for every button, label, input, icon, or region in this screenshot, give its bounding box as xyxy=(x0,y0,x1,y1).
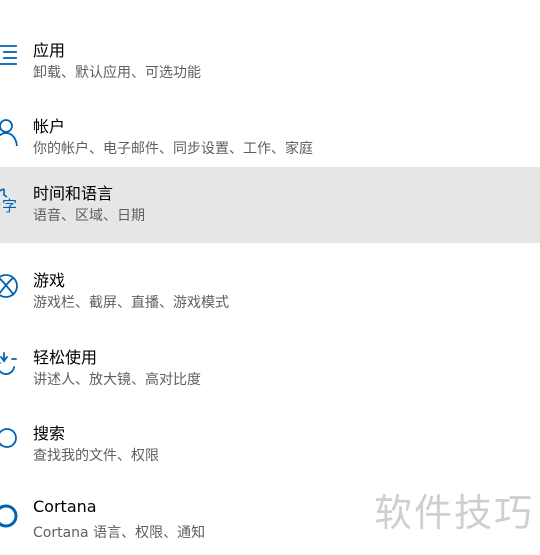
svg-text:字: 字 xyxy=(2,197,17,215)
settings-category-list: 应用 卸载、默认应用、可选功能 帐户 你的帐户、电子邮件、同步设置、工作、家庭 … xyxy=(0,0,540,555)
settings-item-title: 应用 xyxy=(33,41,66,60)
settings-item-search[interactable]: 搜索 查找我的文件、权限 xyxy=(0,407,540,483)
search-icon xyxy=(0,423,20,455)
cortana-icon xyxy=(0,500,20,532)
settings-item-subtitle: 查找我的文件、权限 xyxy=(33,448,159,464)
watermark-text: 软件技巧 xyxy=(373,491,534,535)
settings-item-title: 时间和语言 xyxy=(33,184,114,203)
settings-item-subtitle: 语音、区域、日期 xyxy=(33,208,145,224)
settings-item-subtitle: 你的帐户、电子邮件、同步设置、工作、家庭 xyxy=(33,141,313,157)
settings-item-ease-of-access[interactable]: 轻松使用 讲述人、放大镜、高对比度 xyxy=(0,331,540,407)
settings-item-gaming[interactable]: 游戏 游戏栏、截屏、直播、游戏模式 xyxy=(0,254,540,330)
ease-of-access-icon xyxy=(0,347,20,379)
time-language-icon: 字 xyxy=(0,183,20,215)
settings-item-subtitle: Cortana 语言、权限、通知 xyxy=(33,525,206,541)
settings-item-apps[interactable]: 应用 卸载、默认应用、可选功能 xyxy=(0,24,540,100)
settings-item-subtitle: 讲述人、放大镜、高对比度 xyxy=(33,372,201,388)
apps-list-icon xyxy=(0,40,20,72)
settings-item-subtitle: 卸载、默认应用、可选功能 xyxy=(33,65,201,81)
settings-item-title: 帐户 xyxy=(33,117,66,136)
account-person-icon xyxy=(0,116,20,148)
settings-item-title: 轻松使用 xyxy=(33,348,98,367)
settings-item-title: 游戏 xyxy=(33,271,66,290)
settings-item-subtitle: 游戏栏、截屏、直播、游戏模式 xyxy=(33,295,229,311)
settings-item-time-language[interactable]: 字 时间和语言 语音、区域、日期 xyxy=(0,167,540,243)
settings-item-accounts[interactable]: 帐户 你的帐户、电子邮件、同步设置、工作、家庭 xyxy=(0,100,540,176)
settings-item-title: 搜索 xyxy=(33,424,66,443)
xbox-game-icon xyxy=(0,270,20,302)
settings-item-title: Cortana xyxy=(33,497,97,516)
